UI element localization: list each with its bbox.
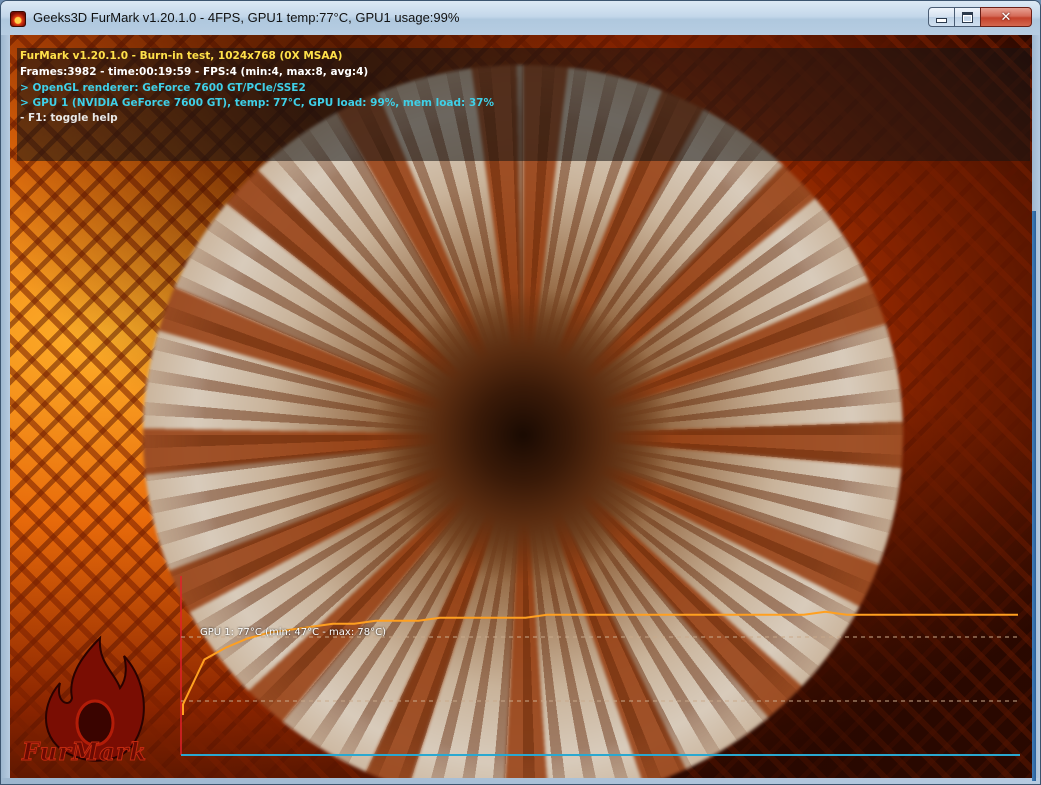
close-icon: ✕ [1000,9,1012,25]
minimize-button[interactable] [928,7,955,27]
graph-label: GPU 1: 77°C (min: 47°C - max: 78°C) [200,627,386,638]
render-viewport[interactable]: FurMark v1.20.1.0 - Burn-in test, 1024x7… [10,35,1032,778]
furmark-window: Geeks3D FurMark v1.20.1.0 - 4FPS, GPU1 t… [0,0,1041,785]
furmark-logo-text: FurMark [21,737,148,767]
maximize-icon [962,11,973,23]
title-bar[interactable]: Geeks3D FurMark v1.20.1.0 - 4FPS, GPU1 t… [1,1,1040,35]
furmark-app-icon[interactable] [10,11,26,27]
minimize-icon [936,17,947,23]
window-title: Geeks3D FurMark v1.20.1.0 - 4FPS, GPU1 t… [33,10,460,25]
window-frame-bottom [1,778,1040,784]
window-frame-left [1,35,10,778]
maximize-button[interactable] [954,7,981,27]
close-button[interactable]: ✕ [980,7,1032,27]
window-frame-accent [1032,211,1036,781]
